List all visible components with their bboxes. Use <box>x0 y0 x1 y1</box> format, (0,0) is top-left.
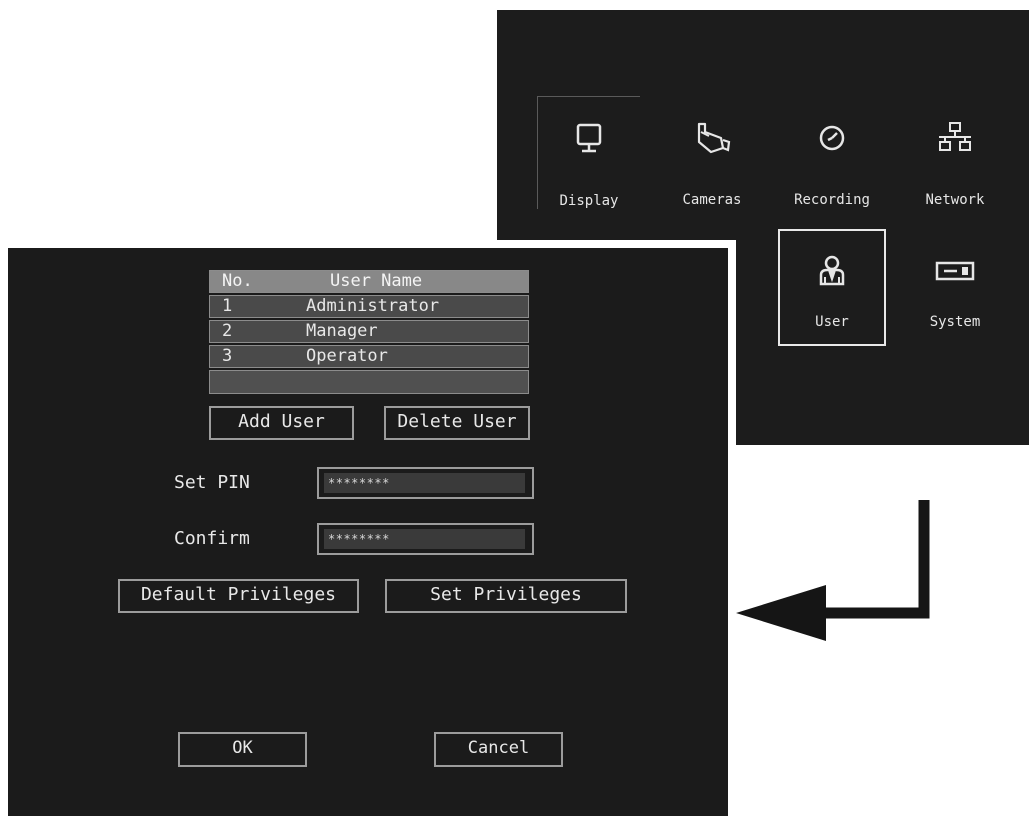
table-row-empty[interactable] <box>209 370 529 394</box>
menu-label-cameras: Cameras <box>682 192 742 208</box>
menu-item-cameras[interactable]: Cameras <box>661 96 763 208</box>
menu-label-recording: Recording <box>794 192 870 208</box>
row-number: 1 <box>222 296 233 316</box>
table-header-row: No. User Name <box>209 270 529 293</box>
menu-label-system: System <box>929 314 981 330</box>
set-pin-field[interactable]: ******** <box>317 467 534 499</box>
set-pin-value: ******** <box>324 473 525 493</box>
row-number: 3 <box>222 346 233 366</box>
table-row[interactable]: 3 Operator <box>209 345 529 368</box>
default-privileges-label: Default Privileges <box>140 584 337 605</box>
row-number: 2 <box>222 321 233 341</box>
column-header-user-name: User Name <box>330 271 423 291</box>
menu-label-network: Network <box>925 192 985 208</box>
row-user-name: Administrator <box>306 296 440 316</box>
user-dialog: No. User Name 1 Administrator 2 Manager … <box>0 240 736 816</box>
menu-item-user[interactable]: User <box>778 229 886 346</box>
user-dialog-body: No. User Name 1 Administrator 2 Manager … <box>8 248 728 816</box>
confirm-pin-label: Confirm <box>174 528 250 549</box>
menu-label-display: Display <box>559 193 619 209</box>
set-privileges-label: Set Privileges <box>430 584 582 605</box>
add-user-label: Add User <box>238 411 325 432</box>
column-header-no: No. <box>222 271 253 291</box>
menu-item-recording[interactable]: Recording <box>781 96 883 208</box>
confirm-pin-value: ******** <box>324 529 525 549</box>
delete-user-label: Delete User <box>397 411 517 432</box>
add-user-button[interactable]: Add User <box>209 406 354 440</box>
monitor-icon <box>538 119 640 159</box>
ok-label: OK <box>232 738 253 758</box>
menu-item-system[interactable]: System <box>904 229 1006 341</box>
row-user-name: Operator <box>306 346 388 366</box>
camera-icon <box>661 118 763 158</box>
delete-user-button[interactable]: Delete User <box>384 406 530 440</box>
network-icon <box>904 118 1006 158</box>
set-pin-label: Set PIN <box>174 472 250 493</box>
row-user-name: Manager <box>306 321 378 341</box>
arrow-icon <box>736 500 930 641</box>
table-row[interactable]: 2 Manager <box>209 320 529 343</box>
menu-item-network[interactable]: Network <box>904 96 1006 208</box>
user-icon <box>780 251 884 291</box>
confirm-pin-field[interactable]: ******** <box>317 523 534 555</box>
user-table: No. User Name 1 Administrator 2 Manager … <box>209 270 529 396</box>
menu-label-user: User <box>815 314 849 330</box>
set-privileges-button[interactable]: Set Privileges <box>385 579 627 613</box>
ok-button[interactable]: OK <box>178 732 307 767</box>
cancel-button[interactable]: Cancel <box>434 732 563 767</box>
table-row[interactable]: 1 Administrator <box>209 295 529 318</box>
system-device-icon <box>904 251 1006 291</box>
cancel-label: Cancel <box>467 738 530 758</box>
default-privileges-button[interactable]: Default Privileges <box>118 579 359 613</box>
clock-icon <box>781 118 883 158</box>
menu-item-display[interactable]: Display <box>537 96 640 209</box>
